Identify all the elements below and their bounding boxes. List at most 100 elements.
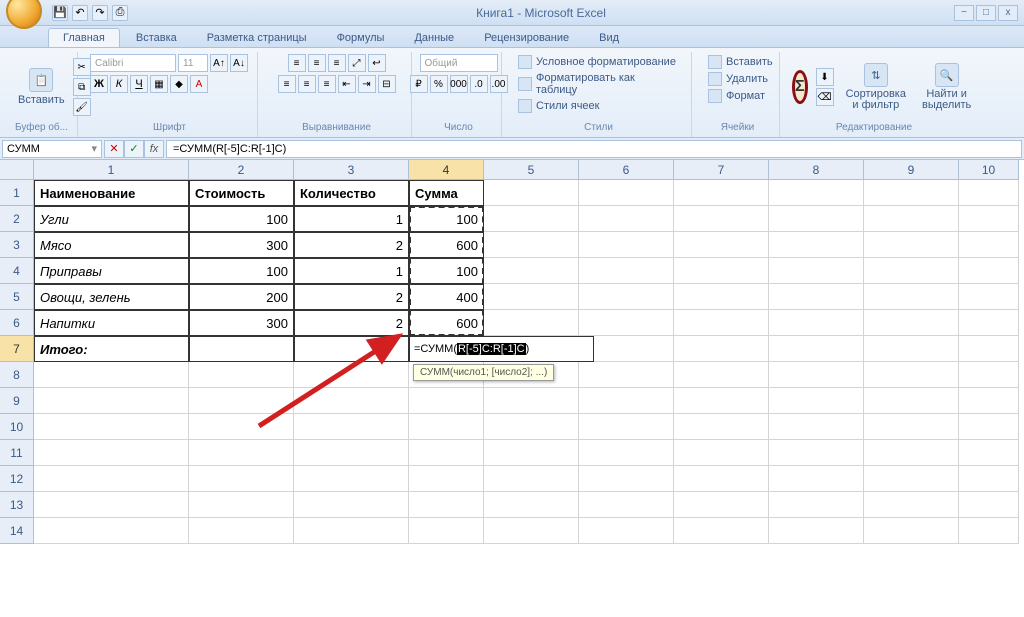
qat-save-icon[interactable]: 💾 bbox=[52, 5, 68, 21]
cell[interactable] bbox=[484, 180, 579, 206]
cell[interactable] bbox=[864, 336, 959, 362]
cell[interactable] bbox=[579, 206, 674, 232]
format-as-table-button[interactable]: Форматировать как таблицу bbox=[514, 71, 683, 97]
delete-cells-button[interactable]: Удалить bbox=[704, 71, 772, 87]
cell[interactable] bbox=[189, 362, 294, 388]
cells-area[interactable]: НаименованиеСтоимостьКоличествоСуммаУгли… bbox=[34, 180, 1019, 544]
row-header[interactable]: 5 bbox=[0, 284, 34, 310]
cell[interactable] bbox=[959, 310, 1019, 336]
wrap-text-icon[interactable]: ↩ bbox=[368, 54, 386, 72]
cell[interactable] bbox=[189, 388, 294, 414]
cell[interactable]: Итого: bbox=[34, 336, 189, 362]
cell[interactable] bbox=[674, 310, 769, 336]
cell[interactable] bbox=[294, 440, 409, 466]
cell[interactable] bbox=[769, 336, 864, 362]
row-header[interactable]: 7 bbox=[0, 336, 34, 362]
cell[interactable] bbox=[409, 414, 484, 440]
cell[interactable] bbox=[959, 388, 1019, 414]
cell[interactable] bbox=[294, 336, 409, 362]
cell[interactable] bbox=[484, 258, 579, 284]
cell[interactable]: 400 bbox=[409, 284, 484, 310]
row-header[interactable]: 14 bbox=[0, 518, 34, 544]
italic-icon[interactable]: К bbox=[110, 75, 128, 93]
indent-inc-icon[interactable]: ⇥ bbox=[358, 75, 376, 93]
cell[interactable]: 100 bbox=[409, 258, 484, 284]
cell[interactable] bbox=[579, 362, 674, 388]
cell[interactable]: Сумма bbox=[409, 180, 484, 206]
column-header[interactable]: 10 bbox=[959, 160, 1019, 180]
orientation-icon[interactable]: ⤢ bbox=[348, 54, 366, 72]
cell[interactable] bbox=[189, 518, 294, 544]
cell[interactable] bbox=[579, 466, 674, 492]
cell[interactable] bbox=[579, 518, 674, 544]
cell[interactable] bbox=[864, 284, 959, 310]
cell[interactable] bbox=[34, 518, 189, 544]
column-header[interactable]: 1 bbox=[34, 160, 189, 180]
cell[interactable] bbox=[674, 518, 769, 544]
cell[interactable] bbox=[579, 492, 674, 518]
cell[interactable] bbox=[579, 310, 674, 336]
cell[interactable] bbox=[959, 414, 1019, 440]
cell[interactable]: 300 bbox=[189, 310, 294, 336]
cell[interactable] bbox=[674, 492, 769, 518]
cell[interactable] bbox=[769, 180, 864, 206]
cell[interactable] bbox=[674, 362, 769, 388]
cell[interactable] bbox=[864, 388, 959, 414]
name-box[interactable]: СУММ ▾ bbox=[2, 140, 102, 158]
cell[interactable] bbox=[864, 180, 959, 206]
formula-editing-cell[interactable]: =СУММ(R[-5]C:R[-1]C) bbox=[409, 336, 594, 362]
column-header[interactable]: 4 bbox=[409, 160, 484, 180]
tab-view[interactable]: Вид bbox=[585, 29, 633, 47]
cell[interactable] bbox=[769, 284, 864, 310]
align-left-icon[interactable]: ≡ bbox=[278, 75, 296, 93]
minimize-button[interactable]: − bbox=[954, 5, 974, 21]
tab-formulas[interactable]: Формулы bbox=[323, 29, 399, 47]
cell[interactable] bbox=[769, 492, 864, 518]
font-grow-icon[interactable]: A↑ bbox=[210, 54, 228, 72]
cell[interactable] bbox=[674, 466, 769, 492]
sort-filter-button[interactable]: ⇅ Сортировка и фильтр bbox=[842, 61, 910, 113]
cell[interactable] bbox=[294, 518, 409, 544]
cell[interactable]: 100 bbox=[189, 206, 294, 232]
cell[interactable]: Приправы bbox=[34, 258, 189, 284]
cell[interactable]: 600 bbox=[409, 232, 484, 258]
cell[interactable] bbox=[34, 388, 189, 414]
column-header[interactable]: 5 bbox=[484, 160, 579, 180]
indent-dec-icon[interactable]: ⇤ bbox=[338, 75, 356, 93]
cell[interactable] bbox=[674, 414, 769, 440]
maximize-button[interactable]: □ bbox=[976, 5, 996, 21]
cell[interactable] bbox=[769, 388, 864, 414]
select-all-corner[interactable] bbox=[0, 160, 34, 180]
cell[interactable] bbox=[484, 284, 579, 310]
qat-redo-icon[interactable]: ↷ bbox=[92, 5, 108, 21]
cell[interactable] bbox=[959, 518, 1019, 544]
close-button[interactable]: x bbox=[998, 5, 1018, 21]
cell[interactable] bbox=[484, 388, 579, 414]
tab-home[interactable]: Главная bbox=[48, 28, 120, 47]
font-color-icon[interactable]: A bbox=[190, 75, 208, 93]
cell[interactable] bbox=[674, 258, 769, 284]
cell[interactable] bbox=[959, 284, 1019, 310]
cell[interactable] bbox=[674, 232, 769, 258]
cell[interactable]: Угли bbox=[34, 206, 189, 232]
cell[interactable] bbox=[959, 206, 1019, 232]
number-format-input[interactable] bbox=[420, 54, 498, 72]
cell[interactable] bbox=[484, 518, 579, 544]
cell[interactable] bbox=[769, 206, 864, 232]
cell[interactable] bbox=[409, 466, 484, 492]
cell[interactable] bbox=[189, 440, 294, 466]
cell[interactable] bbox=[864, 206, 959, 232]
cell[interactable] bbox=[769, 362, 864, 388]
cell[interactable] bbox=[189, 466, 294, 492]
cell[interactable] bbox=[864, 310, 959, 336]
tab-data[interactable]: Данные bbox=[400, 29, 468, 47]
cell-styles-button[interactable]: Стили ячеек bbox=[514, 98, 603, 114]
cell[interactable] bbox=[674, 284, 769, 310]
fx-button[interactable]: fx bbox=[144, 140, 164, 158]
tab-review[interactable]: Рецензирование bbox=[470, 29, 583, 47]
currency-icon[interactable]: ₽ bbox=[410, 75, 428, 93]
cell[interactable] bbox=[579, 440, 674, 466]
cell[interactable] bbox=[579, 232, 674, 258]
cell[interactable]: 100 bbox=[189, 258, 294, 284]
fill-color-icon[interactable]: ◆ bbox=[170, 75, 188, 93]
